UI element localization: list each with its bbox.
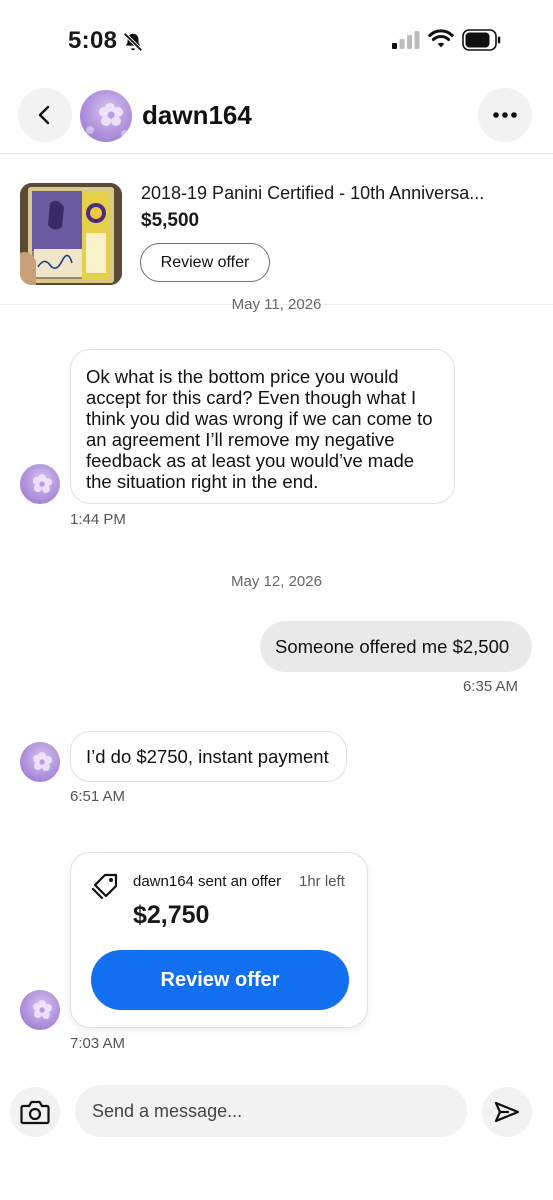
offer-description: dawn164 sent an offer xyxy=(133,873,282,890)
offer-amount: $2,750 xyxy=(133,901,210,929)
offer-time-left: 1hr left xyxy=(299,873,345,890)
more-options-button[interactable] xyxy=(478,88,532,142)
date-separator: May 12, 2026 xyxy=(231,573,322,590)
camera-button[interactable] xyxy=(10,1087,60,1137)
message-timestamp: 1:44 PM xyxy=(70,511,126,528)
bell-slash-icon xyxy=(123,32,143,52)
status-time: 5:08 xyxy=(68,27,118,54)
message-composer xyxy=(0,1085,553,1145)
trading-card-image xyxy=(20,183,122,285)
listing-title[interactable]: 2018-19 Panini Certified - 10th Annivers… xyxy=(141,183,521,204)
review-offer-button[interactable]: Review offer xyxy=(140,243,270,282)
review-offer-primary-button[interactable]: Review offer xyxy=(91,950,349,1010)
message-line: Ok what is the bottom price you would xyxy=(86,366,399,387)
date-text: May 11, 2026 xyxy=(231,299,322,313)
item-thumbnail[interactable] xyxy=(20,183,122,285)
listing-price: $5,500 xyxy=(141,210,200,231)
flower-pattern-icon xyxy=(86,103,129,138)
conversation-header: dawn164 xyxy=(0,80,553,154)
send-icon xyxy=(494,1101,520,1123)
price-tag-icon xyxy=(91,873,118,900)
camera-icon xyxy=(20,1100,50,1125)
back-button[interactable] xyxy=(18,88,72,142)
avatar[interactable] xyxy=(20,742,60,782)
message-line: an agreement I’ll remove my negative xyxy=(86,429,395,450)
chevron-left-icon xyxy=(38,105,50,125)
avatar[interactable] xyxy=(80,90,132,142)
incoming-message[interactable]: I’d do $2750, instant payment xyxy=(70,731,347,782)
cellular-signal-icon xyxy=(392,31,420,49)
message-timestamp: 7:03 AM xyxy=(70,1035,126,1052)
status-bar: 5:08 xyxy=(0,0,553,80)
send-button[interactable] xyxy=(482,1087,532,1137)
outgoing-message[interactable]: Someone offered me $2,500 xyxy=(260,621,532,672)
wifi-icon xyxy=(428,29,454,48)
message-input[interactable] xyxy=(75,1085,467,1137)
message-timestamp: 6:51 AM xyxy=(70,788,126,805)
listing-summary: 2018-19 Panini Certified - 10th Annivers… xyxy=(0,155,553,305)
flower-pattern-icon xyxy=(33,752,52,771)
incoming-message[interactable]: Ok what is the bottom price you would ac… xyxy=(70,349,455,504)
avatar[interactable] xyxy=(20,464,60,504)
message-line: accept for this card? Even though what I xyxy=(86,387,417,408)
offer-card: dawn164 sent an offer 1hr left $2,750 Re… xyxy=(70,852,368,1028)
battery-icon xyxy=(462,29,501,51)
message-line: the situation right in the end. xyxy=(86,471,319,492)
avatar[interactable] xyxy=(20,990,60,1030)
flower-pattern-icon xyxy=(33,1000,52,1019)
flower-pattern-icon xyxy=(33,474,52,493)
message-line: feedback as at least you would’ve made xyxy=(86,450,415,471)
ellipsis-icon xyxy=(493,112,517,118)
date-separator: May 11, 2026 xyxy=(0,299,553,317)
message-timestamp: 6:35 AM xyxy=(463,678,519,695)
message-line: think you did was wrong if we can come t… xyxy=(86,408,433,429)
message-text: I’d do $2750, instant payment xyxy=(86,746,329,767)
username[interactable]: dawn164 xyxy=(142,100,252,131)
message-text: Someone offered me $2,500 xyxy=(275,635,510,657)
